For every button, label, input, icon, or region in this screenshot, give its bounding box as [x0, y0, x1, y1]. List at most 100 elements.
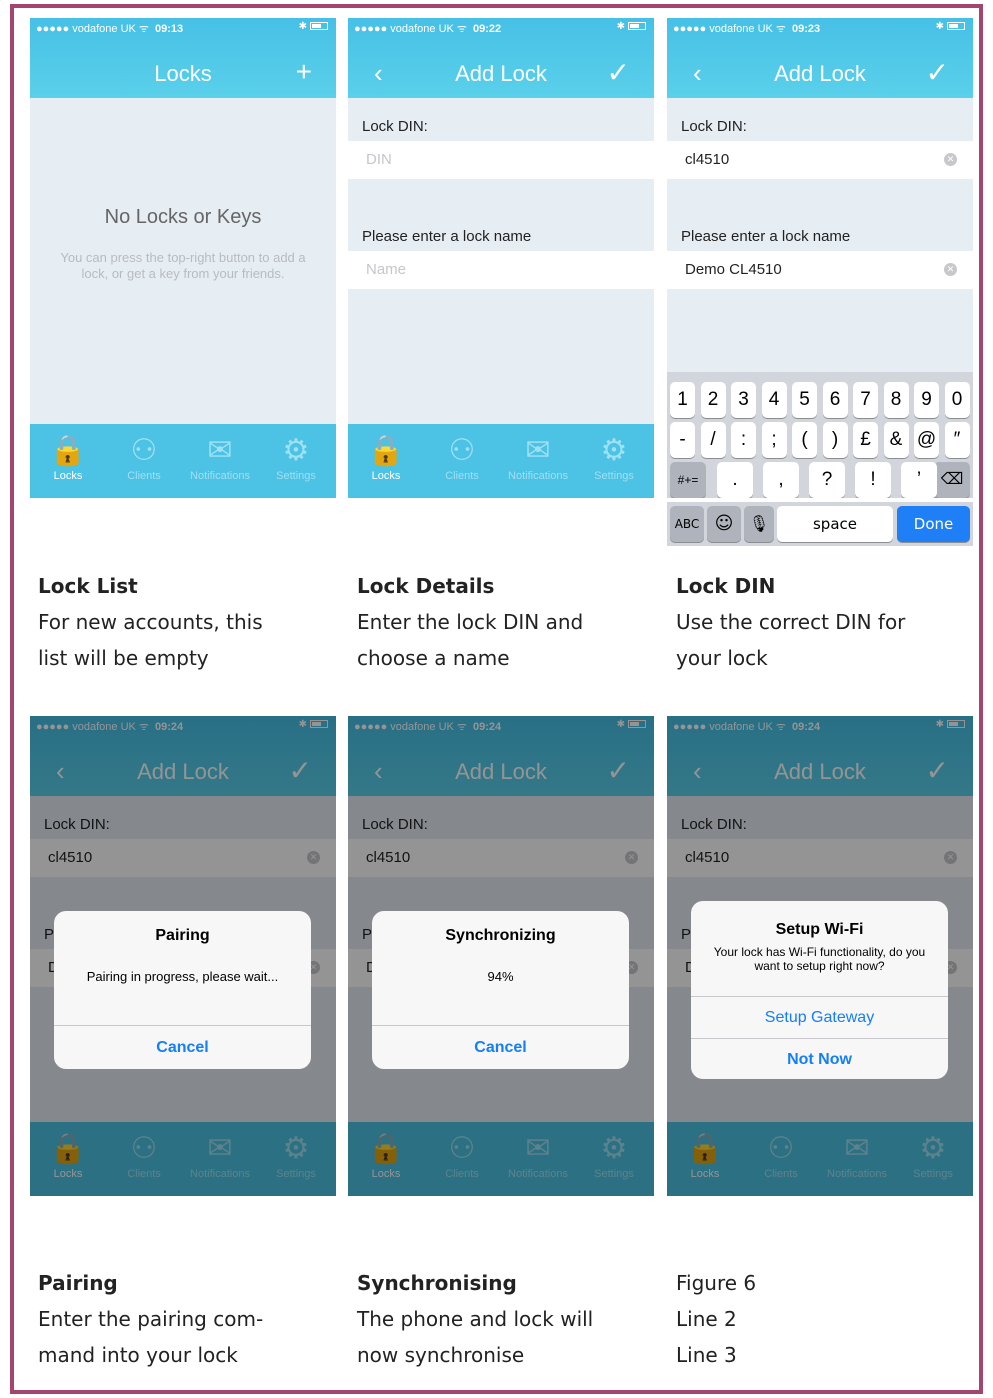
tab-locks[interactable]: 🔒 Locks: [30, 432, 106, 482]
tab-settings[interactable]: ⚙ Settings: [576, 432, 652, 482]
clear-icon[interactable]: ✕: [944, 263, 957, 276]
screen-add-lock-empty: ‹ Add Lock ✓ ●●●●● vodafone UK ᯤ 09:22 ✱ …: [348, 18, 654, 498]
number-key[interactable]: 2: [700, 382, 726, 418]
pairing-alert: Pairing Pairing in progress, please wait…: [54, 911, 311, 1069]
more-symbols-key[interactable]: #+=: [670, 462, 706, 498]
tab-clients[interactable]: ⚇ Clients: [424, 432, 500, 482]
setup-gateway-button[interactable]: Setup Gateway: [691, 996, 948, 1038]
screen-pairing: ‹ Add Lock ✓ ●●●●● vodafone UK ᯤ 09:24 ✱ …: [30, 716, 336, 1196]
tab-notifications[interactable]: ✉ Notifications: [182, 432, 258, 482]
tab-label: Notifications: [190, 470, 250, 482]
tab-settings[interactable]: ⚙ Settings: [258, 432, 334, 482]
number-key[interactable]: 7: [853, 382, 878, 418]
not-now-button[interactable]: Not Now: [691, 1038, 948, 1079]
number-key[interactable]: 1: [670, 382, 695, 418]
alert-title: Pairing: [155, 927, 210, 944]
symbol-key[interactable]: &: [883, 422, 909, 458]
check-icon[interactable]: ✓: [926, 56, 949, 89]
symbol-key[interactable]: ″: [944, 422, 970, 458]
name-value: Demo CL4510: [685, 261, 782, 278]
number-key[interactable]: 9: [914, 382, 939, 418]
number-key[interactable]: 5: [792, 382, 817, 418]
name-label: Please enter a lock name: [362, 228, 532, 245]
check-icon[interactable]: ✓: [607, 56, 630, 89]
envelope-icon: ✉: [207, 434, 233, 467]
caption-figure-6: Figure 6 Line 2 Line 3: [676, 1265, 982, 1373]
caption-line: The phone and lock will: [357, 1307, 594, 1331]
cancel-button[interactable]: Cancel: [372, 1025, 629, 1069]
done-key[interactable]: Done: [897, 506, 970, 542]
emoji-icon[interactable]: ☺: [707, 506, 741, 542]
tab-locks[interactable]: 🔒 Locks: [348, 432, 424, 482]
caption-line: mand into your lock: [38, 1343, 238, 1367]
screen-synchronizing: ‹ Add Lock ✓ ●●●●● vodafone UK ᯤ 09:24 ✱ …: [348, 716, 654, 1196]
gear-icon: ⚙: [600, 434, 628, 467]
screen-setup-wifi: ‹ Add Lock ✓ ●●●●● vodafone UK ᯤ 09:24 ✱ …: [667, 716, 973, 1196]
number-key[interactable]: 8: [883, 382, 909, 418]
punctuation-key[interactable]: ?: [809, 462, 845, 498]
number-key[interactable]: 4: [761, 382, 787, 418]
tab-label: Settings: [594, 470, 634, 482]
caption-line: Enter the pairing com-: [38, 1307, 264, 1331]
caption-synchronising: Synchronising The phone and lock will no…: [357, 1265, 663, 1373]
lock-icon: 🔒: [49, 434, 87, 467]
din-field[interactable]: DIN: [348, 141, 654, 179]
empty-state-subtitle: You can press the top-right button to ad…: [60, 250, 306, 281]
tab-label: Locks: [53, 470, 83, 482]
caption-title: Figure 6: [676, 1271, 757, 1295]
tab-label: Settings: [276, 470, 316, 482]
keyboard: 1234567890 - /:;() £ & @ ″ #+= ⌫ .,?! ’: [667, 372, 973, 498]
clock: 09:13: [154, 23, 184, 35]
din-field[interactable]: cl4510 ✕: [667, 141, 973, 179]
clear-icon[interactable]: ✕: [944, 153, 957, 166]
alert-title: Setup Wi-Fi: [775, 921, 864, 938]
sync-progress: 94%: [487, 969, 514, 984]
tab-label: Clients: [445, 470, 479, 482]
caption-line: Line 2: [676, 1307, 737, 1331]
tab-bar: 🔒 Locks ⚇ Clients ✉ Notifications ⚙ Settings: [348, 424, 654, 498]
backspace-icon[interactable]: ⌫: [934, 462, 970, 498]
number-key[interactable]: 6: [822, 382, 848, 418]
clock: 09:23: [791, 23, 821, 35]
symbol-key[interactable]: /: [700, 422, 726, 458]
tab-label: Notifications: [508, 470, 568, 482]
nav-title: Locks: [154, 61, 212, 86]
alert-message: Pairing in progress, please wait...: [86, 969, 279, 984]
symbol-key[interactable]: @: [914, 422, 939, 458]
battery-icon: ✱: [936, 21, 965, 32]
cancel-button[interactable]: Cancel: [54, 1025, 311, 1069]
name-field[interactable]: Name: [348, 251, 654, 289]
symbol-key[interactable]: ): [822, 422, 848, 458]
gear-icon: ⚙: [282, 434, 310, 467]
tab-notifications[interactable]: ✉ Notifications: [500, 432, 576, 482]
name-field[interactable]: Demo CL4510 ✕: [667, 251, 973, 289]
caption-title: Lock List: [38, 574, 138, 598]
wifi-alert: Setup Wi-Fi Your lock has Wi-Fi function…: [691, 901, 948, 1079]
keyboard-row-numbers: 1234567890: [667, 382, 973, 418]
tab-clients[interactable]: ⚇ Clients: [106, 432, 182, 482]
symbol-key[interactable]: :: [731, 422, 756, 458]
tab-label: Clients: [127, 470, 161, 482]
punctuation-key[interactable]: !: [855, 462, 891, 498]
abc-key[interactable]: ABC: [670, 506, 704, 542]
din-label: Lock DIN:: [681, 118, 747, 135]
microphone-icon[interactable]: 🎙: [744, 506, 774, 542]
space-key[interactable]: space: [777, 506, 893, 542]
number-key[interactable]: 0: [944, 382, 970, 418]
symbol-key[interactable]: £: [853, 422, 878, 458]
lock-icon: 🔒: [367, 434, 405, 467]
punctuation-key[interactable]: ,: [763, 462, 799, 498]
punctuation-key[interactable]: ’: [901, 462, 937, 498]
add-icon[interactable]: +: [296, 56, 312, 88]
carrier-label: ●●●●● vodafone UK ᯤ: [673, 23, 786, 35]
envelope-icon: ✉: [525, 434, 551, 467]
punctuation-key[interactable]: .: [717, 462, 753, 498]
status-bar: ●●●●● vodafone UK ᯤ 09:22 ✱: [348, 18, 654, 36]
symbol-key[interactable]: ;: [761, 422, 787, 458]
tab-label: Locks: [371, 470, 401, 482]
number-key[interactable]: 3: [731, 382, 756, 418]
caption-line: list will be empty: [38, 646, 209, 670]
name-placeholder: Name: [366, 261, 407, 278]
symbol-key[interactable]: (: [792, 422, 817, 458]
symbol-key[interactable]: -: [670, 422, 695, 458]
